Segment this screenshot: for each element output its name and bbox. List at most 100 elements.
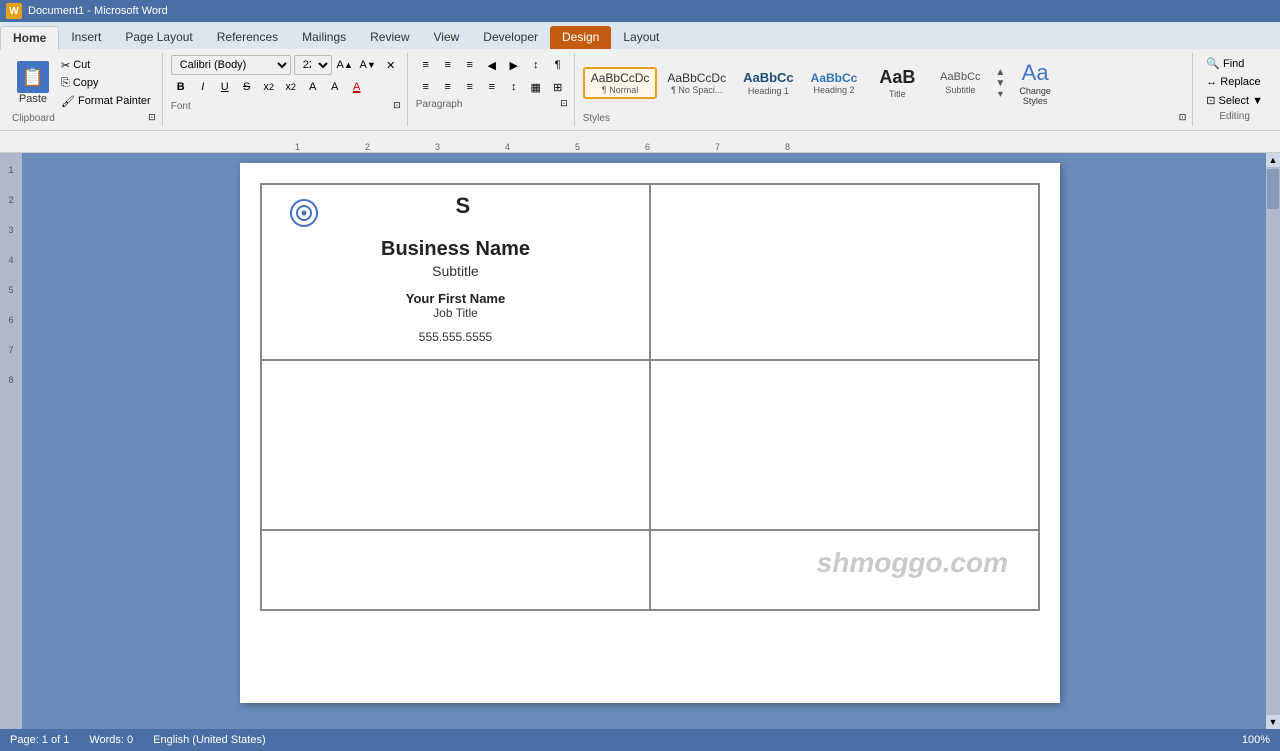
- scroll-down-button[interactable]: ▼: [1266, 715, 1280, 729]
- shrink-font-button[interactable]: A▼: [358, 55, 378, 75]
- highlight-button[interactable]: A: [325, 77, 345, 97]
- word-icon: W: [6, 3, 22, 19]
- ruler-mark-2: 2: [365, 142, 370, 152]
- style-title-button[interactable]: AaB Title: [867, 64, 927, 102]
- subscript-button[interactable]: x2: [259, 77, 279, 97]
- style-no-spacing-label: ¶ No Spaci...: [671, 85, 722, 95]
- copy-icon: ⎘: [61, 77, 70, 90]
- paragraph-label: Paragraph: [416, 99, 463, 110]
- card-cell-top-left[interactable]: S Business Name Subtitle Your First Name…: [261, 184, 650, 360]
- tab-insert[interactable]: Insert: [59, 26, 113, 49]
- card-job-title[interactable]: Job Title: [433, 306, 478, 320]
- editing-label: Editing: [1201, 111, 1268, 122]
- tab-references[interactable]: References: [205, 26, 290, 49]
- format-painter-button[interactable]: 🖌 Format Painter: [56, 93, 156, 110]
- card-first-name[interactable]: Your First Name: [406, 291, 505, 306]
- grow-font-button[interactable]: A▲: [335, 55, 355, 75]
- clear-format-button[interactable]: ✕: [381, 55, 401, 75]
- card-cell-middle-left[interactable]: [261, 360, 650, 530]
- styles-scroll-up-icon[interactable]: ▲: [995, 67, 1005, 78]
- ruler-mark-3: 3: [435, 142, 440, 152]
- card-cell-bottom-left[interactable]: [261, 530, 650, 610]
- increase-indent-button[interactable]: ▶: [504, 55, 524, 75]
- style-heading1-button[interactable]: AaBbCc Heading 1: [736, 67, 801, 99]
- tab-design[interactable]: Design: [550, 26, 611, 49]
- strikethrough-button[interactable]: S: [237, 77, 257, 97]
- tab-layout[interactable]: Layout: [611, 26, 671, 49]
- style-subtitle-button[interactable]: AaBbCc Subtitle: [930, 68, 990, 97]
- card-business-name[interactable]: Business Name: [381, 238, 530, 261]
- borders-button[interactable]: ⊞: [548, 77, 568, 97]
- sort-button[interactable]: ↕: [526, 55, 546, 75]
- tab-review[interactable]: Review: [358, 26, 421, 49]
- bold-button[interactable]: B: [171, 77, 191, 97]
- align-left-button[interactable]: ≡: [416, 77, 436, 97]
- paste-label: Paste: [19, 93, 47, 105]
- tab-home[interactable]: Home: [0, 26, 59, 50]
- card-cell-middle-right[interactable]: [650, 360, 1039, 530]
- card-cell-bottom-right[interactable]: shmoggo.com: [650, 530, 1039, 610]
- style-no-spacing-button[interactable]: AaBbCcDc ¶ No Spaci...: [660, 68, 733, 98]
- superscript-button[interactable]: x2: [281, 77, 301, 97]
- styles-scroll-control[interactable]: ▲ ▼ ▾: [993, 67, 1007, 100]
- clipboard-label: Clipboard: [12, 113, 55, 124]
- cut-icon: ✂: [61, 59, 70, 72]
- clipboard-group: 📋 Paste ✂ Cut ⎘ Copy 🖌 Format Painter: [6, 53, 163, 126]
- tab-mailings[interactable]: Mailings: [290, 26, 358, 49]
- tab-developer[interactable]: Developer: [471, 26, 550, 49]
- style-heading1-label: Heading 1: [748, 86, 789, 96]
- document-page[interactable]: S Business Name Subtitle Your First Name…: [240, 163, 1060, 703]
- scroll-thumb[interactable]: [1267, 169, 1279, 209]
- bullets-button[interactable]: ≡: [416, 55, 436, 75]
- paragraph-expand-icon[interactable]: ⊡: [560, 98, 568, 109]
- style-heading2-button[interactable]: AaBbCc Heading 2: [804, 68, 865, 98]
- font-color-button[interactable]: A: [347, 77, 367, 97]
- style-title-label: Title: [889, 89, 906, 99]
- styles-expand-icon[interactable]: ⊡: [1179, 112, 1187, 123]
- status-bar: Page: 1 of 1 Words: 0 English (United St…: [0, 729, 1280, 751]
- line-spacing-button[interactable]: ↕: [504, 77, 524, 97]
- font-size-selector[interactable]: 22: [294, 55, 332, 75]
- card-cell-top-right[interactable]: [650, 184, 1039, 360]
- decrease-indent-button[interactable]: ◀: [482, 55, 502, 75]
- card-letter-s[interactable]: S: [456, 193, 471, 219]
- font-expand-icon[interactable]: ⊡: [393, 100, 401, 111]
- text-effects-button[interactable]: A: [303, 77, 323, 97]
- card-logo-inner: [296, 205, 312, 221]
- styles-scroll-down-icon[interactable]: ▼: [995, 78, 1005, 89]
- tab-view[interactable]: View: [422, 26, 472, 49]
- shading-button[interactable]: ▦: [526, 77, 546, 97]
- paste-button[interactable]: 📋 Paste: [12, 58, 54, 108]
- card-phone[interactable]: 555.555.5555: [419, 330, 492, 344]
- ribbon: Home Insert Page Layout References Maili…: [0, 22, 1280, 131]
- show-marks-button[interactable]: ¶: [548, 55, 568, 75]
- select-button[interactable]: ⊡ Select ▼: [1201, 92, 1268, 109]
- editing-group: 🔍 Find ↔ Replace ⊡ Select ▼ Editing: [1195, 53, 1274, 126]
- numbering-button[interactable]: ≡: [438, 55, 458, 75]
- italic-button[interactable]: I: [193, 77, 213, 97]
- underline-button[interactable]: U: [215, 77, 235, 97]
- clipboard-expand-icon[interactable]: ⊡: [148, 112, 156, 123]
- font-name-selector[interactable]: Calibri (Body): [171, 55, 291, 75]
- styles-scroll-more-icon[interactable]: ▾: [998, 89, 1003, 100]
- replace-button[interactable]: ↔ Replace: [1201, 74, 1268, 90]
- style-normal-button[interactable]: AaBbCcDc ¶ Normal: [583, 67, 658, 99]
- align-right-button[interactable]: ≡: [460, 77, 480, 97]
- document-area: 1 2 3 4 5 6 7 8 ▲ ▼: [0, 153, 1280, 729]
- select-icon: ⊡: [1206, 94, 1215, 107]
- align-center-button[interactable]: ≡: [438, 77, 458, 97]
- style-title-preview: AaB: [879, 67, 915, 89]
- ribbon-tab-bar: Home Insert Page Layout References Maili…: [0, 22, 1280, 49]
- tab-page-layout[interactable]: Page Layout: [113, 26, 204, 49]
- cut-button[interactable]: ✂ Cut: [56, 57, 156, 74]
- replace-icon: ↔: [1206, 76, 1217, 88]
- ruler-mark-8: 8: [785, 142, 790, 152]
- card-subtitle-text[interactable]: Subtitle: [432, 263, 479, 279]
- justify-button[interactable]: ≡: [482, 77, 502, 97]
- status-zoom: 100%: [1242, 734, 1270, 746]
- change-styles-button[interactable]: Aa ChangeStyles: [1010, 55, 1060, 111]
- multilevel-button[interactable]: ≡: [460, 55, 480, 75]
- copy-button[interactable]: ⎘ Copy: [56, 75, 156, 92]
- find-button[interactable]: 🔍 Find: [1201, 55, 1268, 72]
- scroll-up-button[interactable]: ▲: [1266, 153, 1280, 167]
